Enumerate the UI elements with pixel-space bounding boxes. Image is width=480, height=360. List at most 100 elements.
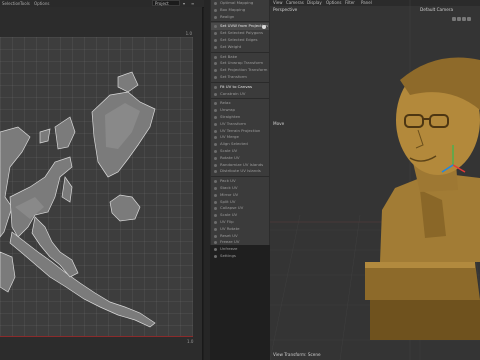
command-icon bbox=[214, 241, 217, 245]
uv-menu-item[interactable]: Rotate UV bbox=[211, 155, 269, 162]
command-icon bbox=[214, 180, 217, 184]
uv-menu-item[interactable]: Unwrap bbox=[211, 107, 269, 114]
command-icon bbox=[214, 186, 217, 190]
uv-menu-item-label: Optimal Mapping bbox=[220, 0, 254, 5]
uv-menu-item-label: Realign bbox=[220, 13, 235, 19]
uv-menu-item[interactable]: Set Transform bbox=[211, 74, 269, 81]
uv-menu-item[interactable]: Fit UV to Canvas bbox=[211, 84, 269, 91]
command-icon bbox=[214, 170, 217, 174]
uv-menu-item-label: Set Transform bbox=[220, 73, 247, 79]
uv-menu-item[interactable]: Randomize UV Islands bbox=[211, 162, 269, 169]
uv-menu-item-label: Relax bbox=[220, 100, 231, 106]
uv-menu-item[interactable]: Set Selected Edges bbox=[211, 37, 269, 44]
uv-menu-item[interactable]: Mirror UV bbox=[211, 192, 269, 199]
uv-menu-item-label: Set Selected Edges bbox=[220, 36, 258, 42]
uv-menu-item[interactable]: Stack UV bbox=[211, 185, 269, 192]
menu-separator bbox=[211, 98, 269, 100]
project-select[interactable]: Project bbox=[152, 0, 180, 6]
menu-tools[interactable]: Tools bbox=[20, 0, 30, 7]
uv-menu-item[interactable]: Set Unwrap Transform bbox=[211, 60, 269, 67]
uv-axis-bottom-label: 1.0 bbox=[187, 339, 194, 344]
uv-menu-item[interactable]: UV Merge bbox=[211, 134, 269, 141]
command-icon bbox=[214, 92, 217, 96]
command-icon bbox=[214, 207, 217, 211]
uv-menu-item-label: Stack UV bbox=[220, 184, 238, 190]
menu-separator bbox=[211, 21, 269, 23]
uv-menu-item[interactable]: Scale UV bbox=[211, 212, 269, 219]
command-icon bbox=[214, 143, 217, 147]
uv-menu-item[interactable]: UV Rotate bbox=[211, 226, 269, 233]
menu-separator bbox=[211, 51, 269, 53]
viewport-3d[interactable]: View Cameras Display Options Filter Pane… bbox=[270, 0, 480, 360]
command-icon bbox=[214, 254, 217, 258]
uv-menu-item[interactable]: Split UV bbox=[211, 199, 269, 206]
command-icon bbox=[214, 115, 217, 119]
uv-menu-item-label: Settings bbox=[220, 252, 236, 258]
uv-menu-item[interactable]: Set Bake bbox=[211, 54, 269, 61]
uv-command-menu: Optimal Mapping Box Mapping Realign Set UVW… bbox=[210, 0, 270, 258]
uv-menu-item-label: Randomize UV Islands bbox=[220, 161, 264, 167]
uv-menu-item-label: Distribute UV Islands bbox=[220, 168, 261, 174]
command-icon bbox=[214, 8, 217, 12]
command-icon bbox=[214, 200, 217, 204]
uv-editor-pane: 1.0 1.0 bbox=[0, 7, 203, 360]
uv-menu-item[interactable]: Settings bbox=[211, 253, 269, 260]
uv-menu-item-label: Collapse UV bbox=[220, 205, 244, 211]
uv-menu-item[interactable]: Reset UV bbox=[211, 233, 269, 240]
options-icon[interactable] bbox=[262, 24, 266, 29]
uv-menu-item-label: Set Projection Transform bbox=[220, 67, 268, 73]
uv-menu-item[interactable]: Optimal Mapping bbox=[211, 0, 269, 7]
command-icon bbox=[214, 129, 217, 133]
uv-menu-item-label: Mirror UV bbox=[220, 191, 239, 197]
uv-menu-item[interactable]: UV Transform bbox=[211, 121, 269, 128]
uv-menu-item-label: Set Bake bbox=[220, 53, 238, 59]
uv-menu-item[interactable]: UV Terrain Projection bbox=[211, 128, 269, 135]
uv-menu-item[interactable]: Set Weight bbox=[211, 44, 269, 51]
uv-menu-item-label: Scale UV bbox=[220, 212, 238, 218]
menu-options[interactable]: Options bbox=[34, 0, 49, 7]
uv-menu-item[interactable]: Pack UV bbox=[211, 178, 269, 185]
command-icon bbox=[214, 227, 217, 231]
command-icon bbox=[214, 55, 217, 59]
command-icon bbox=[214, 69, 217, 73]
uv-menu-item[interactable]: UV Flip bbox=[211, 219, 269, 226]
uv-menu-item-label: Box Mapping bbox=[220, 6, 246, 12]
uv-canvas[interactable]: 1.0 bbox=[0, 31, 193, 337]
uv-menu-item[interactable]: Set Selected Polygons bbox=[211, 30, 269, 37]
uv-menu-item[interactable]: Distribute UV Islands bbox=[211, 168, 269, 175]
uv-menu-item[interactable]: Collapse UV bbox=[211, 205, 269, 212]
uv-menu-item-label: Fit UV to Canvas bbox=[220, 83, 252, 89]
uv-menu-item-label: Constrain UV bbox=[220, 90, 246, 96]
panel-menu-icon[interactable]: ≡ bbox=[191, 0, 194, 7]
command-icon bbox=[214, 62, 217, 66]
chevron-down-icon[interactable]: ▾ bbox=[183, 0, 185, 7]
uv-menu-item-label: Unwrap bbox=[220, 107, 235, 113]
command-icon bbox=[214, 234, 217, 238]
uv-menu-item-label: Set Selected Polygons bbox=[220, 30, 264, 36]
command-icon bbox=[214, 75, 217, 79]
uv-menu-item[interactable]: Straighten bbox=[211, 114, 269, 121]
command-icon bbox=[214, 136, 217, 140]
uv-menu-item-label: UV Terrain Projection bbox=[220, 127, 261, 133]
uv-menu-item-label: UV Transform bbox=[220, 120, 247, 126]
uv-menu-item-label: Set UVW from Projection bbox=[220, 23, 268, 29]
command-icon bbox=[214, 109, 217, 113]
uv-menu-item-label: Set Unwrap Transform bbox=[220, 60, 264, 66]
uv-menu-item[interactable]: Set UVW from Projection bbox=[211, 23, 269, 31]
uv-menu-item[interactable]: Constrain UV bbox=[211, 91, 269, 98]
command-icon bbox=[214, 248, 217, 252]
uv-menu-item[interactable]: Set Projection Transform bbox=[211, 67, 269, 74]
menu-selection[interactable]: Selection bbox=[2, 0, 20, 7]
uv-menu-item[interactable]: Scale UV bbox=[211, 148, 269, 155]
uv-menu-item[interactable]: Align Selected bbox=[211, 141, 269, 148]
uv-menu-item[interactable]: Unfreeze bbox=[211, 246, 269, 253]
command-icon bbox=[214, 85, 217, 89]
uv-menu-item[interactable]: Box Mapping bbox=[211, 7, 269, 14]
uv-menu-item[interactable]: Realign bbox=[211, 14, 269, 21]
command-icon bbox=[214, 163, 217, 167]
uv-menu-item-label: Align Selected bbox=[220, 141, 248, 147]
command-icon bbox=[214, 38, 217, 42]
command-icon bbox=[214, 45, 217, 49]
uv-menu-item[interactable]: Relax bbox=[211, 100, 269, 107]
uv-menu-item[interactable]: Freeze UV bbox=[211, 239, 269, 246]
